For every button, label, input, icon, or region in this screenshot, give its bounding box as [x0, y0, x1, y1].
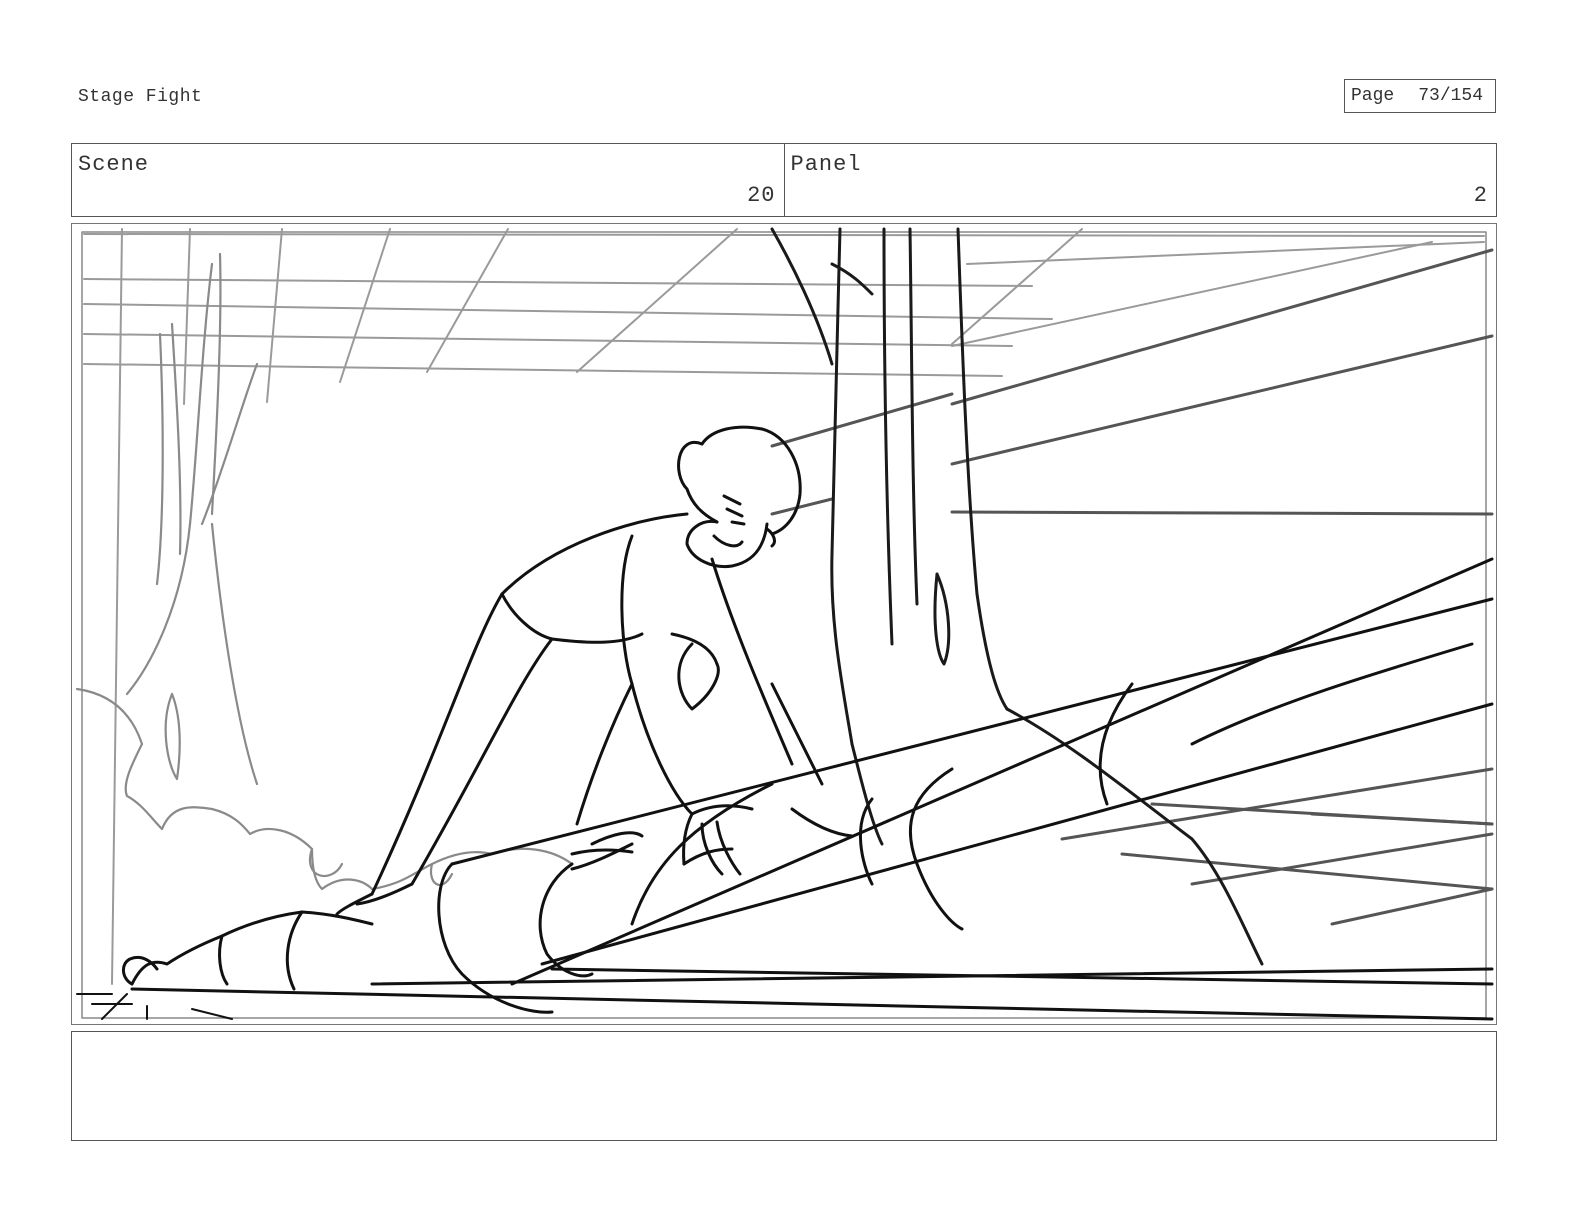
storyboard-sketch-icon — [75, 227, 1494, 1021]
scene-cell: Scene 20 — [72, 144, 784, 216]
project-title: Stage Fight — [78, 87, 203, 107]
page-indicator: Page 73/154 — [1344, 79, 1496, 113]
storyboard-panel — [71, 223, 1497, 1025]
page-number: 73/154 — [1418, 86, 1484, 106]
panel-number: 2 — [1473, 183, 1488, 208]
panel-cell: Panel 2 — [783, 144, 1497, 216]
page-label: Page — [1351, 86, 1395, 106]
scene-label: Scene — [78, 152, 150, 177]
scene-panel-info: Scene 20 Panel 2 — [71, 143, 1497, 217]
notes-box — [71, 1031, 1497, 1141]
panel-label: Panel — [790, 152, 862, 177]
scene-number: 20 — [747, 183, 776, 208]
